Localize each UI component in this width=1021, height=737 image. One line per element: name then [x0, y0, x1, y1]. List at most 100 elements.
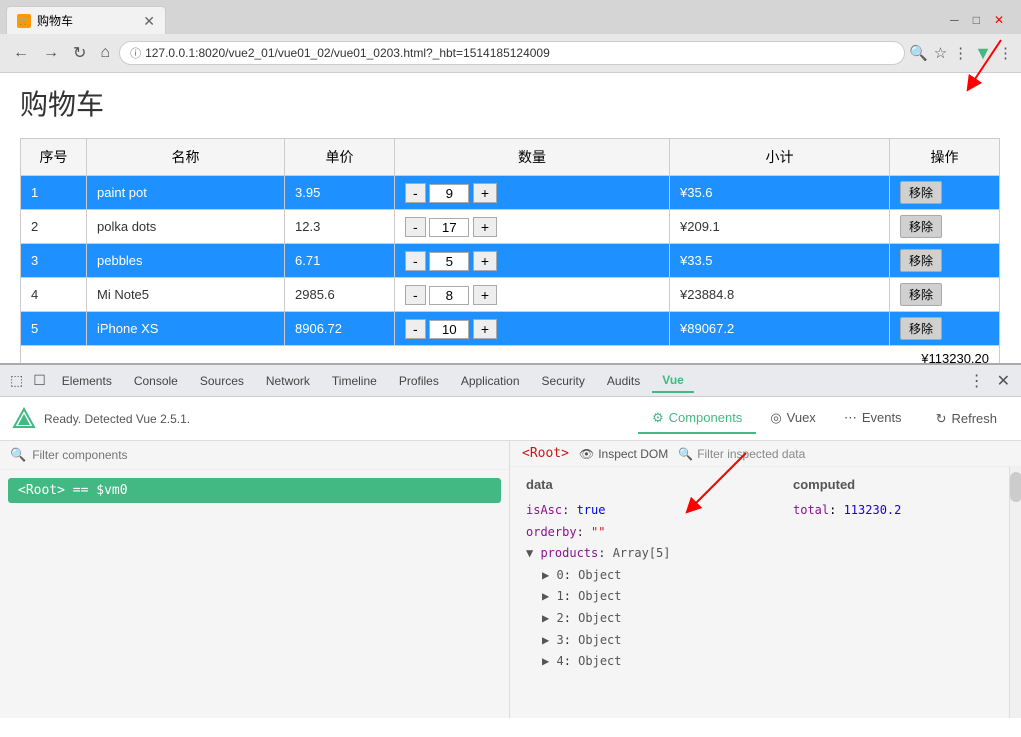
tab-title: 购物车	[37, 12, 137, 29]
vue-tab-components[interactable]: ⚙ Components	[638, 404, 756, 434]
col-action: 操作	[890, 139, 1000, 176]
chrome-menu-icon[interactable]: ⋮	[953, 44, 968, 62]
scrollbar[interactable]	[1009, 467, 1021, 718]
inspect-dom-button[interactable]: 👁 Inspect DOM	[579, 447, 668, 461]
tab-audits[interactable]: Audits	[597, 370, 650, 392]
minimize-button[interactable]: ─	[945, 11, 964, 29]
tab-application[interactable]: Application	[451, 370, 530, 392]
remove-button[interactable]: 移除	[900, 215, 942, 238]
devtools-close-button[interactable]: ✕	[992, 369, 1015, 393]
component-filter-bar: 🔍	[0, 441, 509, 470]
filter-inspected-data-bar[interactable]: 🔍 Filter inspected data	[678, 447, 805, 461]
vue-tab-events[interactable]: ⋯ Events	[830, 404, 916, 434]
prop-products[interactable]: ▼ products: Array[5]	[526, 543, 753, 565]
close-button[interactable]: ✕	[989, 11, 1009, 29]
qty-input[interactable]	[429, 320, 469, 339]
component-tree-list: <Root> == $vm0	[0, 470, 509, 718]
table-row: 3pebbles6.71- +¥33.5移除	[21, 244, 1000, 278]
tab-close-button[interactable]: ✕	[143, 14, 155, 28]
cell-action: 移除	[890, 210, 1000, 244]
cell-subtotal: ¥89067.2	[670, 312, 890, 346]
browser-tab[interactable]: 🛒 购物车 ✕	[6, 6, 166, 34]
cell-action: 移除	[890, 278, 1000, 312]
page-title: 购物车	[20, 83, 1001, 123]
maximize-button[interactable]: □	[968, 11, 985, 29]
table-row: 4Mi Note52985.6- +¥23884.8移除	[21, 278, 1000, 312]
tab-vue[interactable]: Vue	[652, 369, 694, 393]
components-icon: ⚙	[652, 410, 664, 426]
table-row: 1paint pot3.95- +¥35.6移除	[21, 176, 1000, 210]
selected-component-tag: <Root>	[522, 446, 569, 461]
cell-id: 4	[21, 278, 87, 312]
cell-qty: - +	[395, 244, 670, 278]
filter-components-input[interactable]	[32, 448, 499, 462]
more-icon[interactable]: ⋮	[998, 44, 1013, 62]
col-price: 单价	[285, 139, 395, 176]
tab-network[interactable]: Network	[256, 370, 320, 392]
prop-product-0[interactable]: ▶ 0: Object	[526, 565, 753, 587]
tab-elements[interactable]: Elements	[52, 370, 122, 392]
devtools-toolbar: ⬚ ☐ Elements Console Sources Network Tim…	[0, 365, 1021, 397]
filter-data-icon: 🔍	[678, 447, 693, 461]
qty-input[interactable]	[429, 184, 469, 203]
root-component-item[interactable]: <Root> == $vm0	[8, 478, 501, 503]
vue-tab-vuex[interactable]: ◎ Vuex	[756, 404, 830, 434]
prop-product-3[interactable]: ▶ 3: Object	[526, 630, 753, 652]
devtools-select-element[interactable]: ⬚	[6, 370, 27, 391]
tab-profiles[interactable]: Profiles	[389, 370, 449, 392]
tab-timeline[interactable]: Timeline	[322, 370, 387, 392]
filter-icon: 🔍	[10, 447, 26, 463]
decrement-button[interactable]: -	[405, 217, 426, 237]
vue-refresh-button[interactable]: ↻ Refresh	[924, 405, 1009, 433]
remove-button[interactable]: 移除	[900, 181, 942, 204]
increment-button[interactable]: +	[473, 319, 497, 339]
bookmark-icon[interactable]: ☆	[934, 44, 947, 62]
cell-action: 移除	[890, 312, 1000, 346]
data-section-title: data	[526, 477, 753, 492]
decrement-button[interactable]: -	[405, 285, 426, 305]
home-button[interactable]: ⌂	[95, 42, 115, 64]
address-bar[interactable]: ⓘ 127.0.0.1:8020/vue2_01/vue01_02/vue01_…	[119, 41, 905, 65]
decrement-button[interactable]: -	[405, 319, 426, 339]
vue-panel: Ready. Detected Vue 2.5.1. ⚙ Components …	[0, 397, 1021, 718]
decrement-button[interactable]: -	[405, 251, 426, 271]
increment-button[interactable]: +	[473, 217, 497, 237]
increment-button[interactable]: +	[473, 285, 497, 305]
cart-table: 序号 名称 单价 数量 小计 操作 1paint pot3.95- +¥35.6…	[20, 138, 1000, 363]
prop-product-2[interactable]: ▶ 2: Object	[526, 608, 753, 630]
remove-button[interactable]: 移除	[900, 317, 942, 340]
qty-input[interactable]	[429, 286, 469, 305]
back-button[interactable]: ←	[8, 42, 34, 64]
qty-input[interactable]	[429, 218, 469, 237]
increment-button[interactable]: +	[473, 183, 497, 203]
qty-input[interactable]	[429, 252, 469, 271]
cell-price: 8906.72	[285, 312, 395, 346]
devtools-more-button[interactable]: ⋮	[964, 369, 990, 393]
tab-sources[interactable]: Sources	[190, 370, 254, 392]
prop-product-4[interactable]: ▶ 4: Object	[526, 651, 753, 673]
reload-button[interactable]: ↻	[68, 41, 91, 65]
computed-total: total: 113230.2	[793, 500, 993, 522]
cell-subtotal: ¥23884.8	[670, 278, 890, 312]
increment-button[interactable]: +	[473, 251, 497, 271]
cell-id: 5	[21, 312, 87, 346]
vuex-icon: ◎	[770, 410, 781, 426]
table-row: 2polka dots12.3- +¥209.1移除	[21, 210, 1000, 244]
prop-product-1[interactable]: ▶ 1: Object	[526, 586, 753, 608]
remove-button[interactable]: 移除	[900, 283, 942, 306]
col-id: 序号	[21, 139, 87, 176]
prop-isAsc: isAsc: true	[526, 500, 753, 522]
vue-devtools-icon[interactable]: ▼	[974, 43, 992, 64]
devtools-device-toggle[interactable]: ☐	[29, 370, 50, 391]
search-icon[interactable]: 🔍	[909, 44, 928, 62]
decrement-button[interactable]: -	[405, 183, 426, 203]
prop-orderby: orderby: ""	[526, 522, 753, 544]
remove-button[interactable]: 移除	[900, 249, 942, 272]
scrollbar-thumb[interactable]	[1010, 472, 1021, 502]
tab-console[interactable]: Console	[124, 370, 188, 392]
vue-panel-header: Ready. Detected Vue 2.5.1. ⚙ Components …	[0, 397, 1021, 441]
refresh-icon: ↻	[936, 411, 947, 427]
col-subtotal: 小计	[670, 139, 890, 176]
tab-security[interactable]: Security	[532, 370, 595, 392]
forward-button[interactable]: →	[38, 42, 64, 64]
